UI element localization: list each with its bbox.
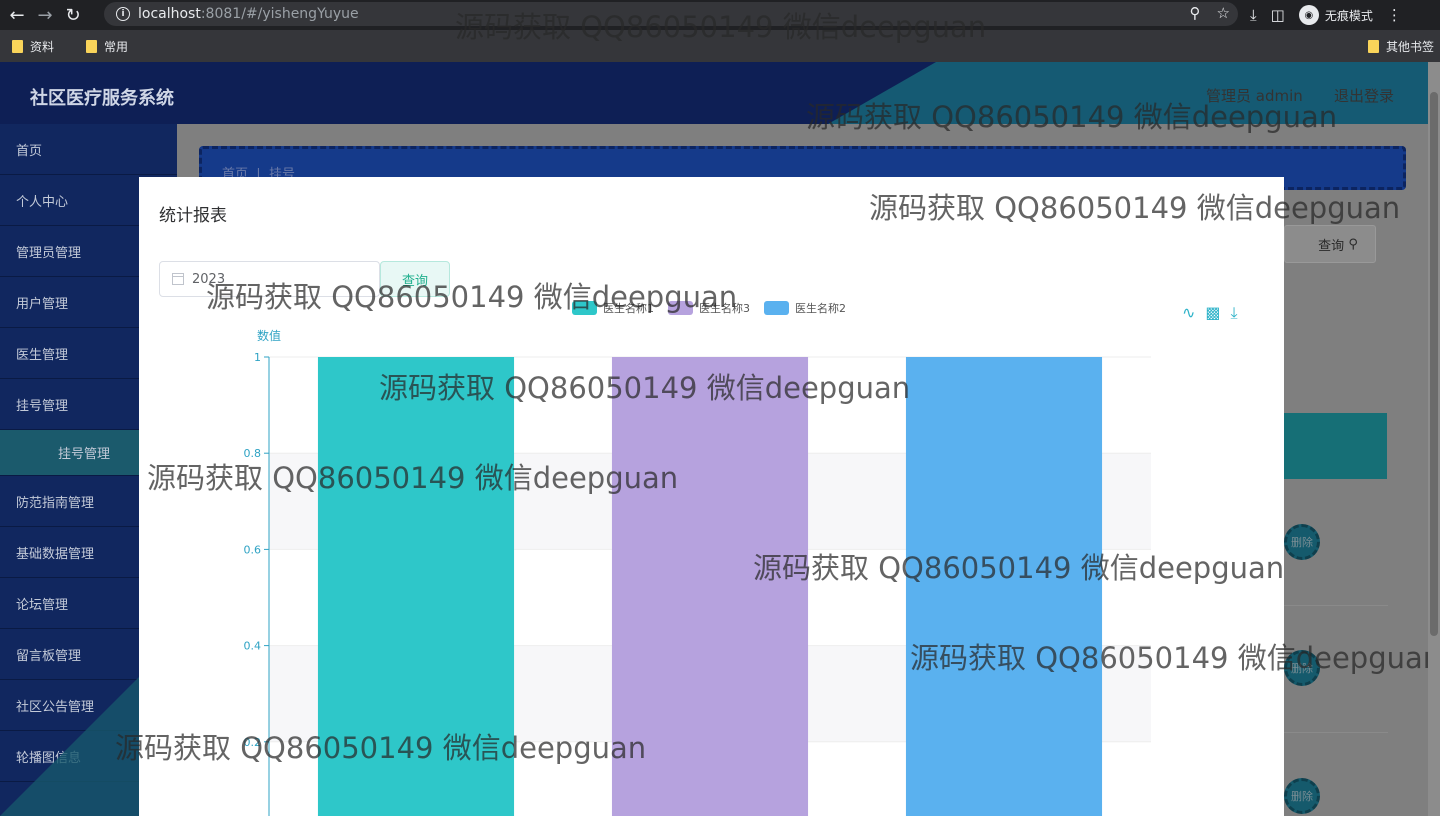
- folder-icon: [1367, 40, 1379, 53]
- scrollbar-thumb[interactable]: [1430, 92, 1438, 636]
- other-bookmarks[interactable]: 其他书签: [1367, 38, 1434, 55]
- download-icon[interactable]: ⤓: [1231, 303, 1238, 323]
- watermark: 源码获取 QQ86050149 微信deepguan: [806, 100, 1338, 134]
- y-axis-label: 数值: [257, 328, 281, 343]
- watermark: 源码获取 QQ86050149 微信deepguan: [147, 461, 679, 495]
- watermark: 源码获取 QQ86050149 微信deepguan: [455, 10, 987, 44]
- page-scrollbar[interactable]: [1428, 62, 1440, 816]
- url-text: localhost:8081/#/yishengYuyue: [138, 6, 359, 22]
- watermark: 源码获取 QQ86050149 微信deepguan: [910, 641, 1428, 675]
- bookmark-folder-2[interactable]: 常用: [86, 38, 128, 55]
- background-action-block: [1284, 413, 1387, 479]
- logout-link[interactable]: 退出登录: [1334, 85, 1394, 106]
- menu-icon[interactable]: ⋮: [1387, 6, 1402, 24]
- search-icon: ⚲: [1348, 236, 1358, 252]
- watermark: 源码获取 QQ86050149 微信deepguan: [753, 551, 1285, 585]
- download-icon[interactable]: ⤓: [1250, 6, 1257, 24]
- bookmark-folder-1[interactable]: 资料: [12, 38, 54, 55]
- background-search-button[interactable]: 查询 ⚲: [1284, 225, 1376, 263]
- app-title: 社区医疗服务系统: [30, 88, 174, 109]
- legend-label[interactable]: 医生名称2: [795, 301, 846, 315]
- star-icon[interactable]: ☆: [1217, 4, 1230, 22]
- legend-swatch[interactable]: [764, 301, 789, 315]
- sidebar-item-home[interactable]: 首页: [0, 124, 177, 175]
- key-icon[interactable]: ⚲: [1190, 4, 1201, 22]
- site-info-icon[interactable]: i: [116, 7, 130, 21]
- y-tick-label: 1: [254, 351, 261, 364]
- watermark: 源码获取 QQ86050149 微信deepguan: [206, 280, 738, 314]
- chart-toolbox: ∿ ▩ ⤓: [1182, 303, 1238, 323]
- y-tick-label: 0.6: [244, 543, 262, 556]
- y-tick-label: 0.4: [244, 640, 262, 653]
- sidepanel-icon[interactable]: ◫: [1271, 6, 1285, 24]
- delete-button[interactable]: 删除: [1284, 778, 1320, 814]
- forward-icon[interactable]: →: [34, 4, 56, 26]
- incognito-icon: ◉: [1298, 5, 1319, 25]
- watermark: 源码获取 QQ86050149 微信deepguan: [379, 371, 911, 405]
- back-icon[interactable]: ←: [6, 4, 28, 26]
- incognito-badge[interactable]: ◉ 无痕模式: [1298, 5, 1373, 25]
- bar-chart-icon[interactable]: ▩: [1205, 303, 1220, 323]
- folder-icon: [86, 39, 98, 53]
- watermark: 源码获取 QQ86050149 微信deepguan: [869, 191, 1401, 225]
- watermark: 源码获取 QQ86050149 微信deepguan: [115, 731, 647, 765]
- reload-icon[interactable]: ↻: [62, 4, 84, 26]
- delete-button[interactable]: 删除: [1284, 524, 1320, 560]
- dialog-title: 统计报表: [159, 206, 227, 226]
- line-chart-icon[interactable]: ∿: [1182, 303, 1195, 323]
- folder-icon: [12, 39, 23, 53]
- calendar-icon: [172, 273, 184, 285]
